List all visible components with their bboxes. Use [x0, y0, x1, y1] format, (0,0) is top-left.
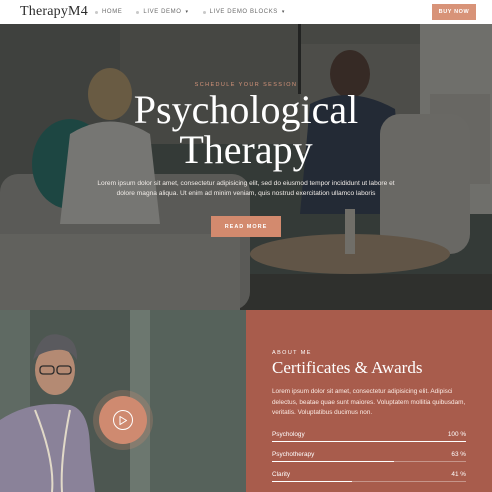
- site-header: TherapyM4 HOME LIVE DEMO ▾ LIVE DEMO BLO…: [0, 0, 492, 24]
- nav-item-live-demo-blocks[interactable]: LIVE DEMO BLOCKS ▾: [202, 9, 286, 15]
- nav-dot-icon: [95, 10, 98, 14]
- skill-progress-track: [272, 481, 466, 482]
- hero-description: Lorem ipsum dolor sit amet, consectetur …: [97, 180, 395, 197]
- about-title: Certificates & Awards: [272, 358, 423, 377]
- buy-now-button[interactable]: BUY NOW: [432, 4, 476, 20]
- nav-dot-icon: [136, 10, 140, 14]
- nav-dot-icon: [202, 10, 206, 14]
- about-section: ABOUT ME Certificates & Awards Lorem ips…: [0, 310, 492, 492]
- skill-row: Psychotherapy 63 %: [272, 450, 466, 470]
- skill-label: Clarity: [272, 471, 291, 478]
- play-video-button[interactable]: [99, 396, 147, 444]
- play-icon: [119, 415, 127, 425]
- main-nav: HOME LIVE DEMO ▾ LIVE DEMO BLOCKS ▾: [95, 0, 285, 24]
- nav-item-home[interactable]: HOME: [95, 9, 122, 15]
- skill-value: 63 %: [451, 451, 466, 458]
- hero-title-line-2: Therapy: [179, 127, 313, 172]
- nav-item-label: LIVE DEMO BLOCKS: [209, 9, 278, 15]
- read-more-button[interactable]: READ MORE: [211, 216, 281, 237]
- about-description: Lorem ipsum dolor sit amet, consectetur …: [272, 388, 466, 416]
- skill-progress-fill: [272, 461, 395, 462]
- skills-list: Psychology 100 % Psychotherapy 63 % Clar…: [272, 430, 466, 490]
- skill-label: Psychology: [272, 431, 305, 438]
- chevron-down-icon: ▾: [185, 9, 189, 15]
- hero-title: Psychological Therapy: [0, 90, 492, 170]
- skill-progress-fill: [272, 441, 466, 442]
- about-panel: ABOUT ME Certificates & Awards Lorem ips…: [246, 310, 492, 492]
- nav-item-label: HOME: [102, 9, 123, 15]
- therapist-photo-panel: [0, 310, 246, 492]
- skill-row: Clarity 41 %: [272, 470, 466, 490]
- skill-progress-fill: [272, 481, 352, 482]
- nav-item-label: LIVE DEMO: [143, 9, 182, 15]
- skill-row: Psychology 100 %: [272, 430, 466, 450]
- skill-progress-track: [272, 461, 466, 462]
- skill-label: Psychotherapy: [272, 451, 315, 458]
- hero-section: SCHEDULE YOUR SESSION Psychological Ther…: [0, 24, 492, 310]
- site-logo[interactable]: TherapyM4: [20, 4, 88, 20]
- chevron-down-icon: ▾: [281, 9, 286, 15]
- play-ring: [113, 410, 133, 430]
- nav-item-live-demo[interactable]: LIVE DEMO ▾: [136, 9, 188, 15]
- hero-title-line-1: Psychological: [133, 87, 359, 132]
- about-eyebrow: ABOUT ME: [272, 350, 312, 356]
- skill-progress-track: [272, 441, 466, 442]
- skill-value: 41 %: [451, 471, 466, 478]
- skill-value: 100 %: [447, 431, 466, 438]
